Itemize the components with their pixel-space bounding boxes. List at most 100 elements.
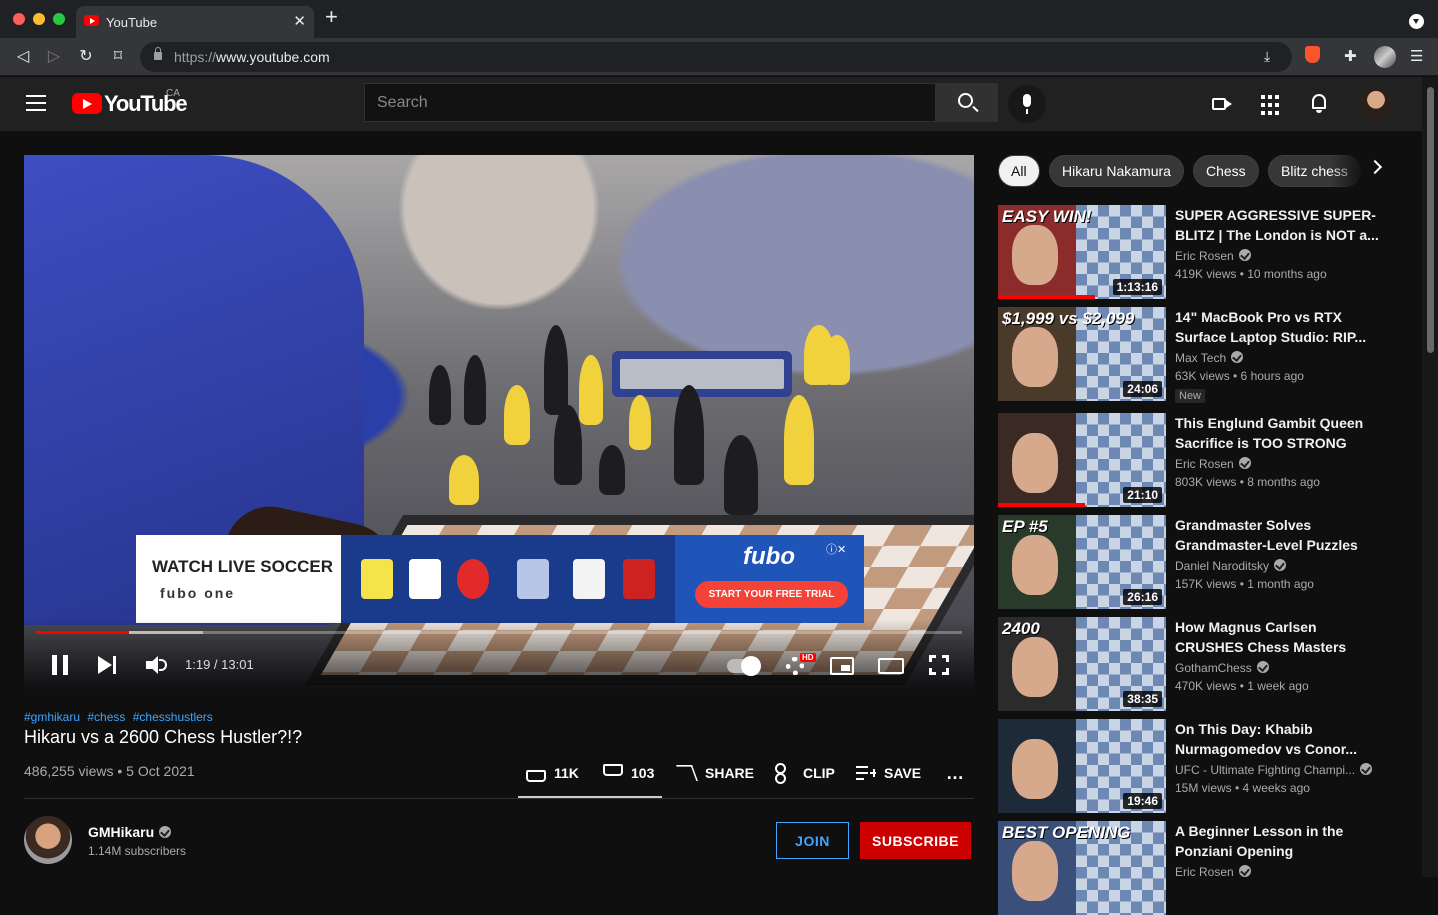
recommended-video[interactable]: EASY WIN! 1:13:16 SUPER AGGRESSIVE SUPER-B… — [998, 205, 1388, 299]
recommended-video[interactable]: BEST OPENING A Beginner Lesson in the Pon… — [998, 821, 1388, 915]
more-actions-button[interactable]: … — [946, 760, 964, 786]
video-thumbnail[interactable]: EASY WIN! 1:13:16 — [998, 205, 1166, 299]
miniplayer-icon[interactable] — [830, 657, 854, 675]
next-video-icon[interactable] — [98, 655, 118, 675]
address-bar[interactable]: https://www.youtube.com ⤓ — [140, 42, 1292, 72]
clip-button[interactable]: CLIP — [775, 760, 835, 786]
channel-text: Eric Rosen — [1175, 457, 1234, 471]
player-controls: 1:19 / 13:01 HD — [24, 619, 974, 689]
browser-menu-icon[interactable]: ☰ — [1410, 47, 1423, 65]
share-button[interactable]: SHARE — [676, 760, 754, 786]
tab-search-menu-icon[interactable] — [1409, 14, 1424, 29]
tab-close-icon[interactable]: ✕ — [293, 12, 306, 30]
search-button[interactable] — [935, 83, 998, 122]
recommended-video-title[interactable]: This Englund Gambit Queen Sacrifice is T… — [1175, 413, 1380, 453]
user-avatar[interactable] — [1360, 87, 1392, 119]
thumbnail-face — [1012, 535, 1058, 595]
chess-piece — [429, 365, 451, 425]
youtube-logo-icon[interactable] — [72, 93, 102, 114]
recommended-video-title[interactable]: How Magnus Carlsen CRUSHES Chess Masters — [1175, 617, 1380, 657]
hashtags: #gmhikaru #chess #chesshustlers — [24, 710, 217, 724]
notifications-bell-icon[interactable] — [1309, 92, 1333, 116]
join-button[interactable]: JOIN — [776, 822, 849, 859]
hashtag-link[interactable]: #chess — [87, 710, 125, 724]
autoplay-toggle[interactable] — [727, 656, 761, 676]
video-thumbnail[interactable]: BEST OPENING — [998, 821, 1166, 915]
recommended-video-title[interactable]: 14" MacBook Pro vs RTX Surface Laptop St… — [1175, 307, 1380, 347]
fullscreen-icon[interactable] — [929, 655, 949, 675]
video-thumbnail[interactable]: 21:10 — [998, 413, 1166, 507]
minimize-window-button[interactable] — [33, 13, 45, 25]
channel-avatar[interactable] — [24, 816, 72, 864]
video-thumbnail[interactable]: 19:46 — [998, 719, 1166, 813]
maximize-window-button[interactable] — [53, 13, 65, 25]
recommended-video-channel[interactable]: GothamChess — [1175, 661, 1269, 675]
league-logo-icon — [457, 559, 489, 599]
recommended-video[interactable]: 2400 38:35 How Magnus Carlsen CRUSHES Ches… — [998, 617, 1388, 711]
recommended-video-channel[interactable]: Max Tech — [1175, 351, 1244, 365]
chip-hikaru-nakamura[interactable]: Hikaru Nakamura — [1049, 155, 1184, 187]
channel-name[interactable]: GMHikaru — [88, 824, 172, 840]
reload-icon[interactable]: ↻ — [75, 46, 97, 68]
video-views-date: 486,255 views • 5 Oct 2021 — [24, 763, 195, 779]
recommended-video-title[interactable]: Grandmaster Solves Grandmaster-Level Puz… — [1175, 515, 1380, 555]
ad-close-icon[interactable]: ⓘ✕ — [826, 541, 856, 556]
video-thumbnail[interactable]: EP #5 26:16 — [998, 515, 1166, 609]
brave-shield-icon[interactable] — [1305, 46, 1320, 63]
recommended-video-title[interactable]: SUPER AGGRESSIVE SUPER-BLITZ | The Londo… — [1175, 205, 1380, 245]
video-thumbnail[interactable]: $1,999 vs $2,099 24:06 — [998, 307, 1166, 401]
thumbnail-face — [1012, 327, 1058, 387]
video-thumbnail[interactable]: 2400 38:35 — [998, 617, 1166, 711]
recommended-video[interactable]: $1,999 vs $2,099 24:06 14" MacBook Pro vs … — [998, 307, 1388, 403]
hamburger-menu-icon[interactable] — [26, 95, 46, 111]
hashtag-link[interactable]: #gmhikaru — [24, 710, 80, 724]
save-button[interactable]: SAVE — [856, 760, 921, 786]
recommended-video-title[interactable]: A Beginner Lesson in the Ponziani Openin… — [1175, 821, 1380, 861]
browser-profile-icon[interactable] — [1374, 46, 1396, 68]
hashtag-link[interactable]: #chesshustlers — [133, 710, 213, 724]
video-player[interactable]: WATCH LIVE SOCCER fubo one fubo START YO… — [24, 155, 974, 689]
bookmark-icon[interactable]: ⌑ — [107, 46, 129, 68]
overlay-ad[interactable]: WATCH LIVE SOCCER fubo one fubo START YO… — [136, 535, 864, 623]
new-tab-icon[interactable]: + — [325, 6, 338, 28]
recommended-video[interactable]: EP #5 26:16 Grandmaster Solves Grandmaster… — [998, 515, 1388, 609]
chip-all[interactable]: All — [998, 155, 1040, 187]
recommended-video-meta: 803K views • 8 months ago — [1175, 475, 1320, 489]
recommended-video-channel[interactable]: UFC - Ultimate Fighting Champi... — [1175, 763, 1373, 777]
subscribe-button[interactable]: SUBSCRIBE — [860, 822, 971, 859]
chip-chess[interactable]: Chess — [1193, 155, 1259, 187]
ad-left-panel: WATCH LIVE SOCCER fubo one — [136, 535, 341, 623]
youtube-header: YouTube CA — [0, 77, 1422, 131]
back-arrow-icon[interactable]: ◁ — [12, 46, 34, 68]
like-button[interactable]: 11K — [526, 760, 579, 786]
chess-piece — [674, 385, 704, 485]
theater-mode-icon[interactable] — [878, 658, 904, 674]
channel-text: Eric Rosen — [1175, 249, 1234, 263]
create-video-icon[interactable] — [1210, 92, 1234, 116]
voice-search-button[interactable] — [1008, 85, 1046, 123]
video-title: Hikaru vs a 2600 Chess Hustler?!? — [24, 727, 303, 747]
ad-cta-button[interactable]: START YOUR FREE TRIAL — [695, 581, 848, 608]
recommended-video[interactable]: 19:46 On This Day: Khabib Nurmagomedov vs… — [998, 719, 1388, 813]
search-input[interactable] — [365, 84, 935, 121]
recommended-video-channel[interactable]: Daniel Naroditsky — [1175, 559, 1287, 573]
recommended-video-channel[interactable]: Eric Rosen — [1175, 457, 1251, 471]
verified-check-icon — [1360, 763, 1373, 775]
dislike-button[interactable]: 103 — [603, 760, 654, 786]
forward-arrow-icon[interactable]: ▷ — [43, 46, 65, 68]
close-window-button[interactable] — [13, 13, 25, 25]
recommended-video-title[interactable]: On This Day: Khabib Nurmagomedov vs Cono… — [1175, 719, 1380, 759]
progress-bar[interactable] — [36, 631, 962, 634]
duration-badge: 1:13:16 — [1112, 279, 1162, 295]
extensions-puzzle-icon[interactable]: ✚ — [1344, 47, 1357, 65]
recommended-video[interactable]: 21:10 This Englund Gambit Queen Sacrifice… — [998, 413, 1388, 507]
download-icon[interactable]: ⤓ — [1264, 48, 1270, 65]
recommended-video-channel[interactable]: Eric Rosen — [1175, 249, 1251, 263]
pause-icon[interactable] — [52, 655, 68, 675]
page-scrollbar[interactable] — [1422, 77, 1438, 877]
thumbnail-caption: $1,999 vs $2,099 — [1002, 309, 1135, 328]
scrollbar-thumb[interactable] — [1427, 87, 1434, 353]
browser-tab-youtube[interactable]: YouTube ✕ — [76, 6, 314, 38]
thumbnail-face — [1012, 637, 1058, 697]
apps-grid-icon[interactable] — [1261, 92, 1285, 116]
